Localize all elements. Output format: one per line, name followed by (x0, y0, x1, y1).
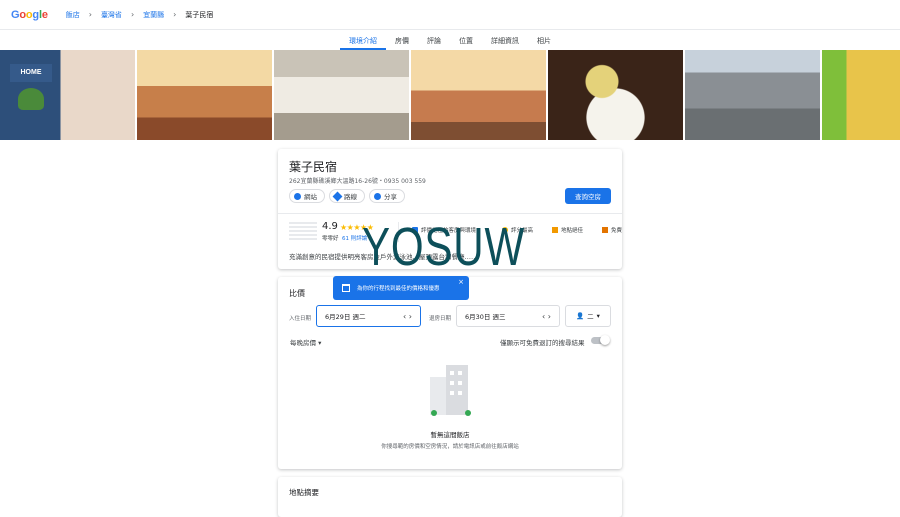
chevron-right-icon: › (88, 10, 92, 19)
tab-details[interactable]: 詳細資訊 (482, 30, 528, 50)
person-icon: 👤 (576, 312, 585, 320)
share-icon (374, 192, 381, 200)
checkin-date-field[interactable]: 6月29日 週二 ‹ › (316, 305, 421, 327)
photo-bathroom[interactable] (274, 50, 409, 140)
close-icon[interactable]: × (458, 278, 464, 286)
pricing-title: 比價 (289, 289, 305, 298)
watermark: YOSUW (362, 217, 526, 277)
directions-button[interactable]: 路線 (329, 189, 365, 203)
price-comparison-card: 比價 為你的行程找到最佳的價格和優惠 × 入住日期 6月29日 週二 ‹ › 退… (278, 276, 622, 469)
hotel-address: 262宜蘭縣礁溪鄉大溫路16-26號・0935 003 559 (289, 178, 426, 185)
free-cancel-label: 僅顯示可免費退訂的搜尋結果 (500, 339, 585, 347)
tab-overview[interactable]: 環境介紹 (340, 30, 386, 50)
tab-reviews[interactable]: 評論 (418, 30, 450, 50)
checkout-date-field[interactable]: 6月30日 週三 ‹ › (456, 305, 560, 327)
breakfast-icon (602, 227, 608, 233)
plant-image (18, 88, 44, 110)
calendar-icon (342, 284, 350, 292)
rating-score: 4.9 (322, 221, 338, 232)
breadcrumb-province[interactable]: 臺灣省 (101, 10, 122, 20)
checkin-label: 入住日期 (289, 316, 312, 322)
guests-selector[interactable]: 👤 二 ▾ (565, 305, 611, 327)
hotel-name: 葉子民宿 (289, 160, 338, 174)
flag-icon (552, 227, 558, 233)
photo-home-sign[interactable]: HOME (0, 50, 135, 140)
photo-room[interactable] (411, 50, 546, 140)
directions-icon (332, 191, 343, 201)
photo-interior[interactable] (822, 50, 900, 140)
no-results-title: 暫無這間飯店 (430, 431, 470, 439)
photo-strip: HOME (0, 50, 900, 140)
date-nav-icon[interactable]: ‹ › (403, 312, 412, 321)
highlight-location: 地點絕佳 (552, 226, 583, 234)
divider (278, 213, 622, 214)
caret-down-icon: ▾ (596, 312, 600, 320)
photo-breakfast[interactable] (548, 50, 683, 140)
hotel-illustration (430, 365, 471, 416)
tab-location[interactable]: 位置 (450, 30, 482, 50)
chevron-right-icon: › (130, 10, 135, 19)
check-availability-button[interactable]: 查詢空房 (565, 188, 611, 204)
highlight-free: 免費 (602, 226, 622, 234)
breadcrumb-current: 葉子民宿 (185, 10, 214, 19)
home-sign: HOME (10, 64, 52, 82)
section-tabs: 環境介紹 房價 評論 位置 詳細資訊 相片 (0, 30, 900, 50)
website-button[interactable]: 網站 (289, 189, 325, 203)
top-bar: Google 飯店 › 臺灣省 › 宜蘭縣 › 葉子民宿 (0, 0, 900, 30)
share-button[interactable]: 分享 (369, 189, 405, 203)
breadcrumb-hotels[interactable]: 飯店 (66, 10, 80, 20)
pricing-tooltip: 為你的行程找到最佳的價格和優惠 × (333, 276, 469, 300)
location-summary-card: 地點摘要 (278, 477, 622, 517)
globe-icon (294, 192, 301, 200)
location-summary-title: 地點摘要 (289, 488, 319, 497)
rating-label: 零零好 (322, 236, 339, 242)
date-nav-icon[interactable]: ‹ › (542, 312, 551, 321)
nightly-price-dropdown[interactable]: 每晚房價 ▾ (290, 337, 321, 347)
free-cancel-toggle[interactable] (591, 335, 610, 345)
tab-photos[interactable]: 相片 (528, 30, 560, 50)
breadcrumb-county[interactable]: 宜蘭縣 (143, 10, 164, 20)
breadcrumb: 飯店 › 臺灣省 › 宜蘭縣 › 葉子民宿 (66, 10, 214, 20)
tab-prices[interactable]: 房價 (386, 30, 418, 50)
photo-bedroom[interactable] (137, 50, 272, 140)
rating-bars-icon (289, 222, 317, 240)
chevron-right-icon: › (173, 10, 177, 19)
checkout-label: 退房日期 (429, 316, 452, 322)
no-results-description: 你搜尋範的房價和空房情況，請於電訊店或前往飯店網站 (381, 444, 519, 450)
photo-exterior[interactable] (685, 50, 820, 140)
google-logo[interactable]: Google (11, 9, 48, 21)
